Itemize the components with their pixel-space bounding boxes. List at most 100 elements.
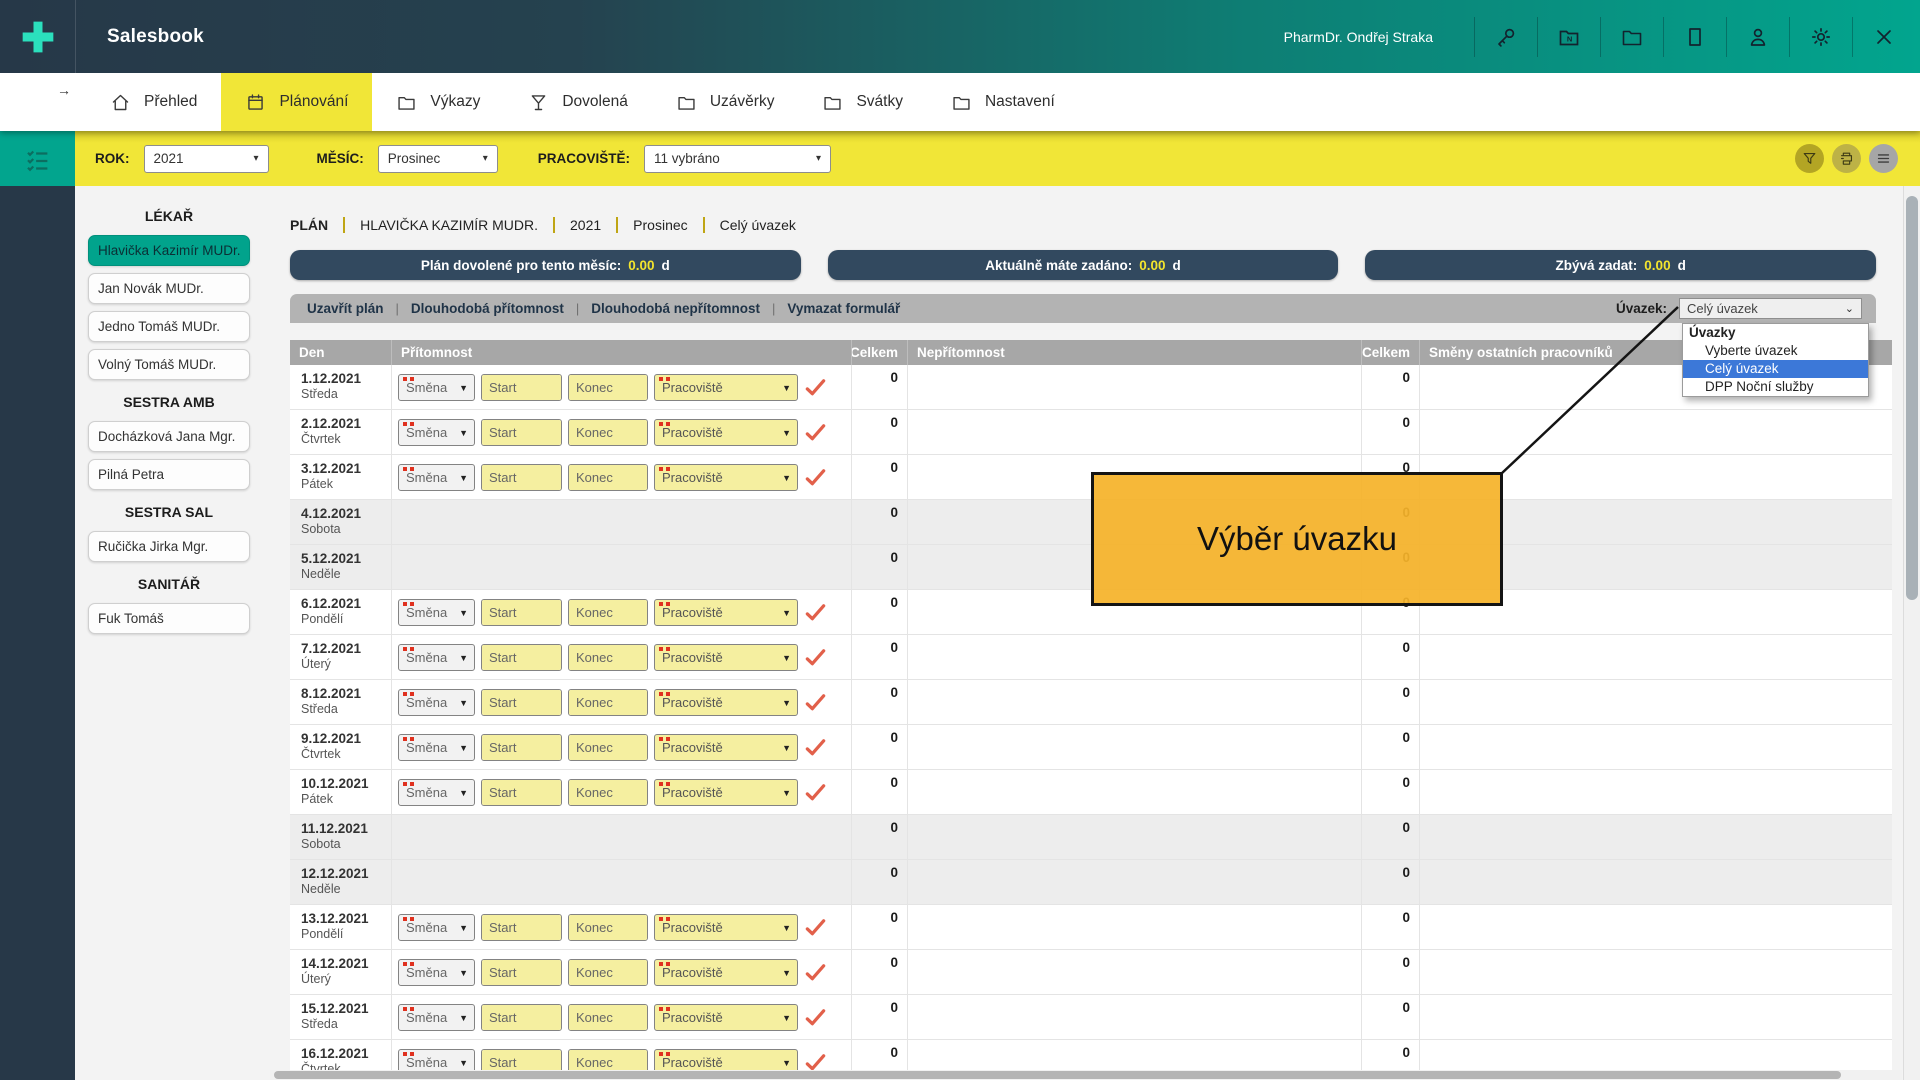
workplace-select[interactable]: 11 vybráno▾ <box>644 145 831 173</box>
start-time-input[interactable] <box>482 645 561 670</box>
workplace-row-select[interactable]: Pracoviště▼ <box>654 779 798 806</box>
start-time-input[interactable] <box>482 780 561 805</box>
end-time-input[interactable] <box>569 915 647 940</box>
dropdown-option[interactable]: Celý úvazek <box>1683 360 1868 378</box>
dropdown-option[interactable]: DPP Noční služby <box>1683 378 1868 396</box>
workplace-row-select[interactable]: Pracoviště▼ <box>654 1049 798 1072</box>
shift-select[interactable]: Směna▼ <box>398 464 475 491</box>
key-icon[interactable] <box>1494 25 1518 49</box>
start-time-input[interactable] <box>482 690 561 715</box>
tab-nastaveni[interactable]: Nastavení <box>927 73 1079 131</box>
user-icon[interactable] <box>1746 25 1770 49</box>
toolbar-action[interactable]: Dlouhodobá přítomnost <box>411 301 564 316</box>
shift-select[interactable]: Směna▼ <box>398 689 475 716</box>
end-time-input[interactable] <box>569 600 647 625</box>
folder-n-icon[interactable]: N <box>1557 25 1581 49</box>
start-time-input[interactable] <box>482 1050 561 1072</box>
uvazek-select[interactable]: Celý úvazek ⌄ <box>1679 298 1862 319</box>
start-time-input[interactable] <box>482 1005 561 1030</box>
confirm-check-icon[interactable] <box>804 781 827 804</box>
toolbar-action[interactable]: Vymazat formulář <box>787 301 900 316</box>
horizontal-scrollbar-thumb[interactable] <box>274 1071 1841 1079</box>
end-time-input[interactable] <box>569 690 647 715</box>
checklist-icon-box[interactable] <box>0 131 75 186</box>
end-time-input[interactable] <box>569 1050 647 1072</box>
end-time-input[interactable] <box>569 465 647 490</box>
end-time-input[interactable] <box>569 1005 647 1030</box>
confirm-check-icon[interactable] <box>804 646 827 669</box>
staff-item[interactable]: Volný Tomáš MUDr. <box>88 349 250 380</box>
shift-select[interactable]: Směna▼ <box>398 959 475 986</box>
start-time-input[interactable] <box>482 375 561 400</box>
workplace-row-select[interactable]: Pracoviště▼ <box>654 734 798 761</box>
tab-prehled[interactable]: Přehled <box>86 73 221 131</box>
shift-select[interactable]: Směna▼ <box>398 599 475 626</box>
filter-button[interactable] <box>1795 144 1824 173</box>
workplace-row-select[interactable]: Pracoviště▼ <box>654 1004 798 1031</box>
tab-svatky[interactable]: Svátky <box>798 73 927 131</box>
end-time-input[interactable] <box>569 420 647 445</box>
tab-dovolena[interactable]: Dovolená <box>504 73 652 131</box>
staff-item[interactable]: Docházková Jana Mgr. <box>88 421 250 452</box>
end-time-input[interactable] <box>569 960 647 985</box>
shift-select[interactable]: Směna▼ <box>398 374 475 401</box>
forward-arrow-icon[interactable]: → <box>57 82 71 98</box>
workplace-row-select[interactable]: Pracoviště▼ <box>654 959 798 986</box>
dropdown-option[interactable]: Vyberte úvazek <box>1683 342 1868 360</box>
folder-icon[interactable] <box>1620 25 1644 49</box>
confirm-check-icon[interactable] <box>804 466 827 489</box>
start-time-input[interactable] <box>482 960 561 985</box>
vertical-scrollbar-thumb[interactable] <box>1906 196 1918 600</box>
month-select[interactable]: Prosinec▾ <box>378 145 498 173</box>
close-icon[interactable] <box>1872 25 1896 49</box>
end-time-input[interactable] <box>569 645 647 670</box>
shift-select[interactable]: Směna▼ <box>398 914 475 941</box>
confirm-check-icon[interactable] <box>804 1051 827 1072</box>
staff-item[interactable]: Jan Novák MUDr. <box>88 273 250 304</box>
tab-vykazy[interactable]: Výkazy <box>372 73 504 131</box>
confirm-check-icon[interactable] <box>804 376 827 399</box>
confirm-check-icon[interactable] <box>804 691 827 714</box>
end-time-input[interactable] <box>569 735 647 760</box>
gear-icon[interactable] <box>1809 25 1833 49</box>
year-select[interactable]: 2021▾ <box>144 145 269 173</box>
end-time-input[interactable] <box>569 375 647 400</box>
shift-select[interactable]: Směna▼ <box>398 644 475 671</box>
confirm-check-icon[interactable] <box>804 961 827 984</box>
confirm-check-icon[interactable] <box>804 421 827 444</box>
start-time-input[interactable] <box>482 465 561 490</box>
toolbar-action[interactable]: Dlouhodobá nepřítomnost <box>591 301 760 316</box>
confirm-check-icon[interactable] <box>804 736 827 759</box>
confirm-check-icon[interactable] <box>804 1006 827 1029</box>
start-time-input[interactable] <box>482 915 561 940</box>
staff-item[interactable]: Jedno Tomáš MUDr. <box>88 311 250 342</box>
workplace-row-select[interactable]: Pracoviště▼ <box>654 644 798 671</box>
confirm-check-icon[interactable] <box>804 601 827 624</box>
staff-item[interactable]: Pilná Petra <box>88 459 250 490</box>
toolbar-action[interactable]: Uzavřít plán <box>307 301 384 316</box>
workplace-row-select[interactable]: Pracoviště▼ <box>654 914 798 941</box>
shift-select[interactable]: Směna▼ <box>398 734 475 761</box>
shift-select[interactable]: Směna▼ <box>398 1049 475 1072</box>
menu-button[interactable] <box>1869 144 1898 173</box>
start-time-input[interactable] <box>482 600 561 625</box>
start-time-input[interactable] <box>482 420 561 445</box>
workplace-row-select[interactable]: Pracoviště▼ <box>654 464 798 491</box>
shift-select[interactable]: Směna▼ <box>398 779 475 806</box>
shift-select[interactable]: Směna▼ <box>398 419 475 446</box>
window-icon[interactable] <box>1683 25 1707 49</box>
tab-uzaverky[interactable]: Uzávěrky <box>652 73 799 131</box>
print-button[interactable] <box>1832 144 1861 173</box>
workplace-row-select[interactable]: Pracoviště▼ <box>654 689 798 716</box>
staff-item[interactable]: Hlavička Kazimír MUDr. <box>88 235 250 266</box>
workplace-row-select[interactable]: Pracoviště▼ <box>654 374 798 401</box>
workplace-row-select[interactable]: Pracoviště▼ <box>654 419 798 446</box>
end-time-input[interactable] <box>569 780 647 805</box>
staff-item[interactable]: Ručička Jirka Mgr. <box>88 531 250 562</box>
shift-select[interactable]: Směna▼ <box>398 1004 475 1031</box>
workplace-row-select[interactable]: Pracoviště▼ <box>654 599 798 626</box>
tab-planovani[interactable]: Plánování <box>221 73 372 131</box>
staff-item[interactable]: Fuk Tomáš <box>88 603 250 634</box>
start-time-input[interactable] <box>482 735 561 760</box>
confirm-check-icon[interactable] <box>804 916 827 939</box>
